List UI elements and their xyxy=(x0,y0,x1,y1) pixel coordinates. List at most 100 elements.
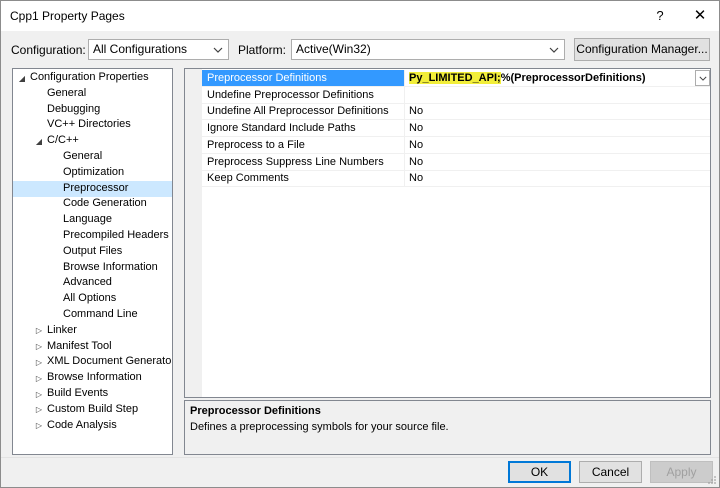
cancel-button[interactable]: Cancel xyxy=(579,461,642,483)
chevron-down-icon xyxy=(546,40,562,59)
tree-item[interactable]: Optimization xyxy=(13,165,172,181)
tree-item[interactable]: Browse Information xyxy=(13,260,172,276)
tree-item-label: Manifest Tool xyxy=(47,339,112,352)
tree-item-label: Precompiled Headers xyxy=(63,229,169,241)
tree-item[interactable]: Output Files xyxy=(13,244,172,260)
value-text: No xyxy=(409,105,424,118)
description-title: Preprocessor Definitions xyxy=(190,405,321,417)
tree-item-label: Build Events xyxy=(47,387,109,399)
property-row[interactable]: Undefine Preprocessor Definitions xyxy=(202,86,710,104)
chevron-right-icon[interactable]: ▷ xyxy=(34,386,44,402)
platform-label: Platform: xyxy=(238,43,287,57)
help-button[interactable]: ? xyxy=(647,5,673,27)
tree-item[interactable]: ◢ Configuration Properties xyxy=(13,70,172,86)
ok-button[interactable]: OK xyxy=(508,461,571,483)
tree-item[interactable]: Command Line xyxy=(13,307,172,323)
tree-item[interactable]: General xyxy=(13,149,172,165)
tree-item[interactable]: ◢ C/C++ xyxy=(13,133,172,149)
title-bar: Cpp1 Property Pages ? ✕ xyxy=(1,1,719,31)
property-name: Ignore Standard Include Paths xyxy=(202,120,405,137)
tree-item[interactable]: ▷ Build Events xyxy=(13,386,172,402)
property-value[interactable]: No xyxy=(406,120,423,136)
window-title: Cpp1 Property Pages xyxy=(10,9,125,23)
property-row[interactable]: Preprocess Suppress Line Numbers No xyxy=(202,153,710,171)
highlighted-value: Py_LIMITED_API; xyxy=(409,72,501,84)
tree-item[interactable]: All Options xyxy=(13,291,172,307)
tree-item-label: C/C++ xyxy=(47,134,79,147)
property-name: Preprocess to a File xyxy=(202,136,405,153)
value-text: No xyxy=(409,138,424,151)
property-value[interactable]: No xyxy=(406,137,423,153)
tree-item-label: Code Analysis xyxy=(47,418,117,431)
chevron-down-icon xyxy=(698,76,707,81)
tree-item[interactable]: Code Generation xyxy=(13,196,172,212)
tree-item-label: Output Files xyxy=(63,244,123,257)
tree-item[interactable]: Language xyxy=(13,212,172,228)
tree-item[interactable]: ▷ Manifest Tool xyxy=(13,339,172,355)
chevron-expanded-icon[interactable]: ◢ xyxy=(34,133,44,149)
tree-item[interactable]: ▷ Linker xyxy=(13,323,172,339)
configuration-dropdown[interactable]: All Configurations xyxy=(88,39,229,60)
property-name: Undefine Preprocessor Definitions xyxy=(202,86,405,103)
tree-item-label: Optimization xyxy=(63,165,125,178)
tree-item-label: General xyxy=(63,150,103,162)
close-button[interactable]: ✕ xyxy=(687,5,713,27)
chevron-right-icon[interactable]: ▷ xyxy=(34,339,44,355)
value-text: No xyxy=(409,172,424,185)
tree-item-label: Preprocessor xyxy=(63,181,129,194)
property-name: Preprocessor Definitions xyxy=(202,70,405,86)
property-row[interactable]: Preprocess to a File No xyxy=(202,136,710,154)
value-text: No xyxy=(409,155,424,168)
tree-item[interactable]: ▷ Code Analysis xyxy=(13,418,172,434)
value-text: %(PreprocessorDefinitions) xyxy=(500,72,646,84)
tree-item[interactable]: ▷ XML Document Generator xyxy=(13,354,172,370)
property-row[interactable]: Undefine All Preprocessor Definitions No xyxy=(202,103,710,121)
property-name: Preprocess Suppress Line Numbers xyxy=(202,153,405,170)
property-row[interactable]: Keep Comments No xyxy=(202,170,710,188)
tree-item-label: VC++ Directories xyxy=(47,118,131,131)
tree-item-label: Custom Build Step xyxy=(47,402,139,415)
apply-button: Apply xyxy=(650,461,713,483)
value-dropdown-button[interactable] xyxy=(695,70,710,86)
property-name: Undefine All Preprocessor Definitions xyxy=(202,103,405,120)
property-name: Keep Comments xyxy=(202,170,405,187)
tree-item[interactable]: Debugging xyxy=(13,102,172,118)
property-tree[interactable]: ◢ Configuration Properties General Debuggin… xyxy=(12,68,173,455)
tree-item[interactable]: ▷ Custom Build Step xyxy=(13,402,172,418)
tree-item[interactable]: Precompiled Headers xyxy=(13,228,172,244)
property-value[interactable]: No xyxy=(406,170,423,186)
platform-value: Active(Win32) xyxy=(296,42,371,56)
chevron-right-icon[interactable]: ▷ xyxy=(34,354,44,370)
chevron-right-icon[interactable]: ▷ xyxy=(34,402,44,418)
tree-item[interactable]: VC++ Directories xyxy=(13,117,172,133)
configuration-manager-button[interactable]: Configuration Manager... xyxy=(574,38,710,61)
tree-item-label: General xyxy=(47,86,87,99)
property-grid[interactable]: Preprocessor Definitions Py_LIMITED_API;%… xyxy=(184,68,711,398)
property-row[interactable]: Ignore Standard Include Paths No xyxy=(202,120,710,138)
tree-item[interactable]: ▷ Browse Information xyxy=(13,370,172,386)
property-value[interactable] xyxy=(406,87,409,103)
chevron-expanded-icon[interactable]: ◢ xyxy=(17,70,27,86)
chevron-right-icon[interactable]: ▷ xyxy=(34,418,44,434)
property-value[interactable]: Py_LIMITED_API;%(PreprocessorDefinitions… xyxy=(406,70,646,86)
configuration-label: Configuration: xyxy=(11,43,86,57)
tree-item[interactable]: Advanced xyxy=(13,275,172,291)
tree-item-label: Command Line xyxy=(63,308,138,320)
chevron-right-icon[interactable]: ▷ xyxy=(34,323,44,339)
property-value[interactable]: No xyxy=(406,154,423,170)
grid-gutter xyxy=(185,69,202,397)
chevron-right-icon[interactable]: ▷ xyxy=(34,370,44,386)
configuration-value: All Configurations xyxy=(93,42,188,56)
chevron-down-icon xyxy=(210,40,226,59)
tree-item-label: Language xyxy=(63,213,112,226)
platform-dropdown[interactable]: Active(Win32) xyxy=(291,39,565,60)
tree-item[interactable]: Preprocessor xyxy=(13,180,172,197)
tree-item-label: Code Generation xyxy=(63,197,147,210)
description-text: Defines a preprocessing symbols for your… xyxy=(190,421,449,433)
tree-item[interactable]: General xyxy=(13,86,172,102)
tree-item-label: All Options xyxy=(63,292,117,305)
resize-grip-icon[interactable] xyxy=(707,475,717,485)
footer-divider xyxy=(1,457,719,458)
property-row[interactable]: Preprocessor Definitions Py_LIMITED_API;%… xyxy=(202,70,710,87)
property-value[interactable]: No xyxy=(406,103,423,119)
